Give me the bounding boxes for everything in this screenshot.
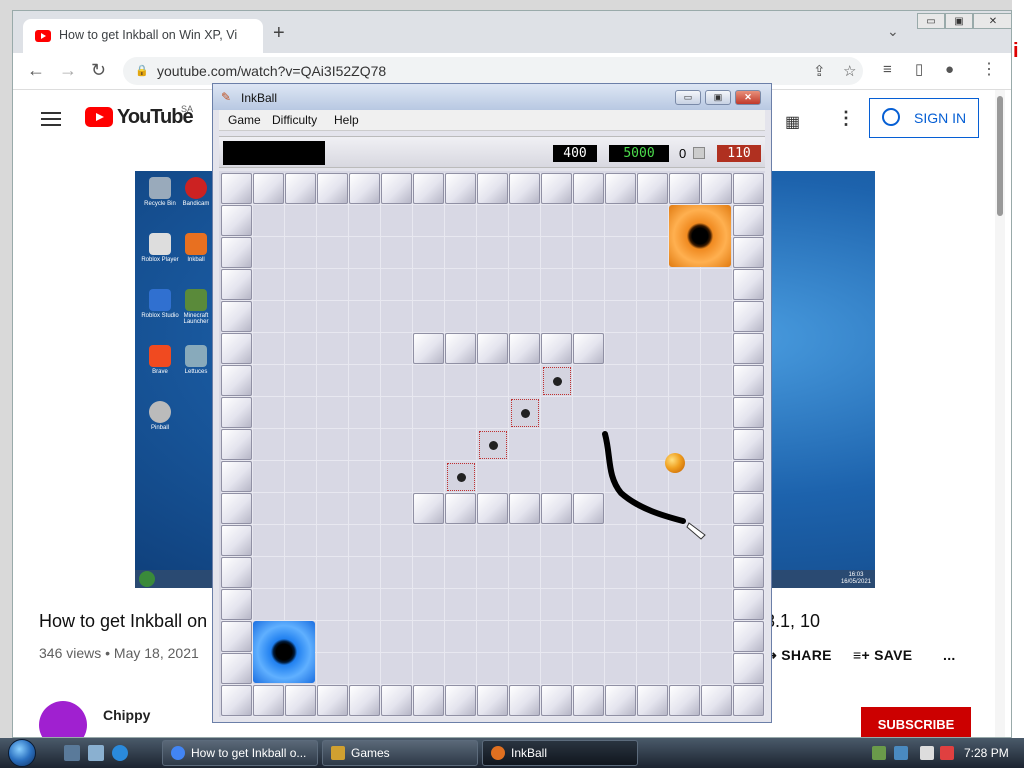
bookmark-star-icon[interactable]: ☆: [843, 62, 856, 80]
share-label: SHARE: [781, 647, 832, 663]
taskbar-button-chrome[interactable]: How to get Inkball o...: [162, 740, 318, 766]
address-bar[interactable]: 🔒 youtube.com/watch?v=QAi3I52ZQ78 ⇪ ☆: [123, 57, 863, 85]
inkball-maximize-button[interactable]: ▣: [705, 90, 731, 105]
inkball-desktop-icon: [185, 233, 207, 255]
start-button-icon[interactable]: [8, 739, 36, 767]
channel-avatar[interactable]: [39, 701, 87, 737]
ink-line: [602, 431, 686, 524]
taskbar-button-games[interactable]: Games: [322, 740, 478, 766]
menu-help[interactable]: Help: [334, 113, 359, 127]
zero-counter: 0: [679, 146, 687, 161]
media-control-icon[interactable]: ≡: [883, 61, 892, 79]
roblox-player-icon: [149, 233, 171, 255]
inkball-minimize-button[interactable]: ▭: [675, 90, 701, 105]
tab-youtube[interactable]: How to get Inkball on Win XP, Vi: [23, 19, 263, 53]
menu-game[interactable]: Game: [228, 113, 261, 127]
save-button[interactable]: ≡+ SAVE: [853, 647, 912, 663]
gray-ball-indicator-icon: [693, 147, 705, 159]
sign-in-button[interactable]: SIGN IN: [869, 98, 979, 138]
volume-muted-icon[interactable]: [940, 746, 954, 760]
page-scrollbar[interactable]: [995, 90, 1005, 737]
background-window-edge: [1012, 0, 1024, 738]
background-window-fragment: i: [1013, 40, 1019, 62]
forward-arrow-icon[interactable]: →: [59, 61, 77, 79]
youtube-favicon-icon: [35, 30, 51, 42]
tab-title: How to get Inkball on Win XP, Vi: [59, 28, 238, 42]
chrome-menu-icon[interactable]: ⋮: [981, 61, 997, 79]
tray-app-icon[interactable]: [872, 746, 886, 760]
minecraft-icon: [185, 289, 207, 311]
ink-stroke-layer: [602, 431, 706, 540]
settings-more-icon[interactable]: ⋮: [837, 108, 855, 129]
score-counter: 400: [553, 145, 597, 162]
maximize-button[interactable]: ▣: [945, 13, 973, 29]
lettuces-icon: [185, 345, 207, 367]
reload-icon[interactable]: ↻: [91, 61, 106, 79]
account-icon: [882, 108, 900, 126]
share-page-icon[interactable]: ⇪: [813, 62, 826, 80]
lock-icon: 🔒: [135, 65, 149, 77]
more-actions-button[interactable]: ...: [943, 647, 956, 663]
video-title-tail: 8.1, 10: [765, 611, 821, 631]
inkball-window: ✎ InkBall ▭ ▣ ✕ Game Difficulty Help 400…: [212, 83, 772, 723]
side-panel-icon[interactable]: ▯: [915, 61, 923, 79]
network-icon[interactable]: [920, 746, 934, 760]
video-views-date: 346 views • May 18, 2021: [39, 645, 199, 661]
youtube-logo-icon[interactable]: [85, 107, 113, 127]
bandicam-icon: [185, 177, 207, 199]
inkball-taskbar-icon: [491, 746, 505, 760]
apps-grid-icon[interactable]: ▦: [785, 112, 800, 132]
share-button[interactable]: ↪ SHARE: [765, 647, 832, 664]
taskbar-button-inkball[interactable]: InkBall: [482, 740, 638, 766]
internet-explorer-icon[interactable]: [112, 745, 128, 761]
taskbar-label: InkBall: [511, 746, 548, 760]
time-counter: 5000: [609, 145, 669, 162]
tab-search-chevron-icon[interactable]: ⌄: [887, 23, 899, 40]
country-code: SA: [181, 104, 194, 114]
inkball-titlebar[interactable]: ✎ InkBall ▭ ▣ ✕: [213, 84, 771, 110]
inkball-close-button[interactable]: ✕: [735, 90, 761, 105]
taskbar-label: How to get Inkball o...: [191, 746, 307, 760]
games-icon: [331, 746, 345, 760]
taskbar-label: Games: [351, 746, 390, 760]
roblox-studio-icon: [149, 289, 171, 311]
tab-bar: How to get Inkball on Win XP, Vi + ⌄ ▭ ▣…: [13, 11, 1011, 53]
brave-icon: [149, 345, 171, 367]
recycle-bin-icon: [149, 177, 171, 199]
explorer-icon[interactable]: [88, 745, 104, 761]
inkball-menubar: Game Difficulty Help: [219, 110, 765, 131]
inkball-app-icon: ✎: [221, 90, 232, 104]
subscribe-button[interactable]: SUBSCRIBE: [861, 707, 971, 737]
scrollbar-thumb[interactable]: [997, 96, 1003, 216]
pinball-icon: [149, 401, 171, 423]
show-desktop-icon[interactable]: [64, 745, 80, 761]
video-desktop-icon: Pinball: [135, 401, 185, 431]
hamburger-menu-icon[interactable]: [41, 112, 61, 126]
video-clock: 16:03 16/05/2021: [840, 572, 871, 585]
back-arrow-icon[interactable]: ←: [27, 61, 45, 79]
url-text[interactable]: youtube.com/watch?v=QAi3I52ZQ78: [157, 63, 386, 79]
video-title: How to get Inkball on: [39, 611, 208, 631]
red-counter: 110: [717, 145, 761, 162]
ball-queue-display: [223, 141, 325, 165]
menu-difficulty[interactable]: Difficulty: [272, 113, 317, 127]
channel-name[interactable]: Chippy: [103, 707, 150, 723]
video-start-orb-icon: [139, 571, 155, 587]
save-label: SAVE: [874, 647, 913, 663]
close-button[interactable]: ✕: [973, 13, 1011, 29]
system-clock[interactable]: 7:28 PM: [964, 746, 1009, 760]
game-board[interactable]: [219, 171, 765, 717]
inkball-status-bar: 400 5000 0 110: [219, 136, 765, 168]
chrome-icon: [171, 746, 185, 760]
tray-app-icon[interactable]: [894, 746, 908, 760]
new-tab-button[interactable]: +: [273, 23, 285, 43]
minimize-button[interactable]: ▭: [917, 13, 945, 29]
playlist-add-icon: ≡+: [853, 647, 875, 663]
profile-icon[interactable]: ●: [945, 61, 954, 79]
inkball-title: InkBall: [241, 91, 278, 105]
pen-cursor-icon: [686, 522, 706, 540]
sign-in-label: SIGN IN: [914, 110, 967, 126]
windows-taskbar: How to get Inkball o... Games InkBall 7:…: [0, 738, 1024, 768]
